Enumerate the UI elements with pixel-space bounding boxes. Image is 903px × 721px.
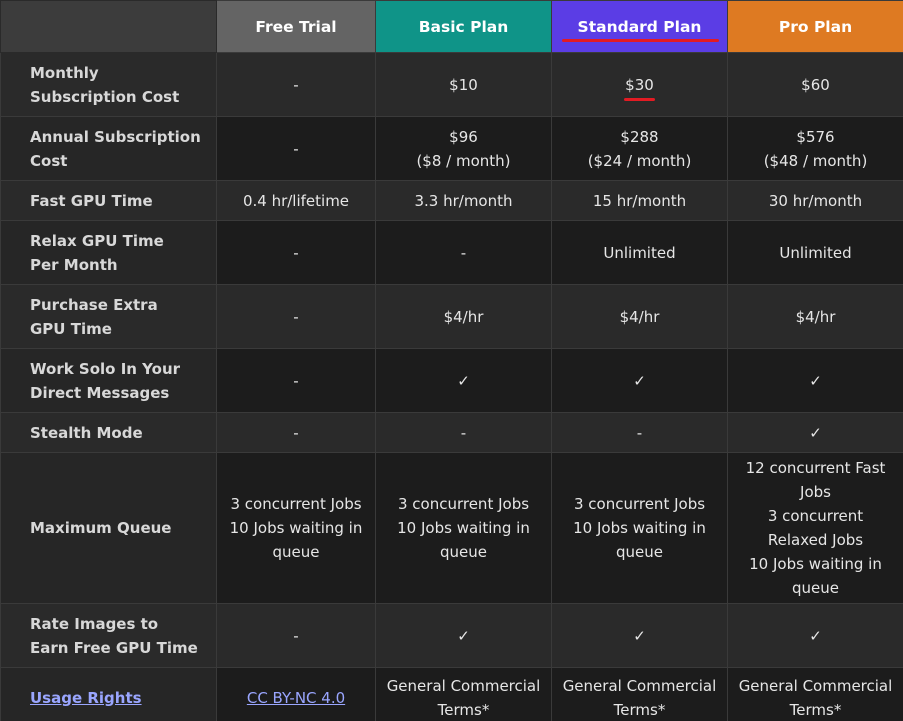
row-extra-gpu-time: Purchase Extra GPU Time - $4/hr $4/hr $4…: [0, 284, 903, 349]
cell-standard: $30: [551, 52, 728, 117]
pricing-comparison-table: Free Trial Basic Plan Standard Plan Pro …: [0, 0, 903, 721]
cc-by-nc-link[interactable]: CC BY-NC 4.0: [247, 689, 345, 707]
cell-basic: 3 concurrent Jobs 10 Jobs waiting in que…: [375, 452, 552, 604]
cell-free: -: [216, 603, 376, 668]
cell-pro-check-icon: ✓: [727, 603, 903, 668]
cell-basic: -: [375, 412, 552, 453]
header-standard-plan: Standard Plan: [551, 0, 728, 53]
cell-standard: Unlimited: [551, 220, 728, 285]
pricing-table-container: Free Trial Basic Plan Standard Plan Pro …: [0, 0, 903, 721]
cell-standard: 15 hr/month: [551, 180, 728, 221]
usage-rights-link[interactable]: Usage Rights: [30, 689, 142, 707]
cell-basic: -: [375, 220, 552, 285]
cell-standard: $4/hr: [551, 284, 728, 349]
cell-pro: 12 concurrent Fast Jobs 3 concurrent Rel…: [727, 452, 903, 604]
cell-free: -: [216, 284, 376, 349]
row-label: Stealth Mode: [0, 412, 217, 453]
header-row: Free Trial Basic Plan Standard Plan Pro …: [0, 0, 903, 53]
row-relax-gpu-time: Relax GPU Time Per Month - - Unlimited U…: [0, 220, 903, 285]
cell-standard: $288 ($24 / month): [551, 116, 728, 181]
standard-plan-highlight-underline: [562, 39, 719, 42]
cell-pro: $4/hr: [727, 284, 903, 349]
row-usage-rights: Usage Rights CC BY-NC 4.0 General Commer…: [0, 667, 903, 721]
cell-basic: 3.3 hr/month: [375, 180, 552, 221]
row-label: Usage Rights: [0, 667, 217, 721]
cell-free: -: [216, 116, 376, 181]
row-label: Annual Subscription Cost: [0, 116, 217, 181]
cell-free: 3 concurrent Jobs 10 Jobs waiting in que…: [216, 452, 376, 604]
header-free-trial: Free Trial: [216, 0, 376, 53]
cell-pro-check-icon: ✓: [727, 348, 903, 413]
cell-pro-check-icon: ✓: [727, 412, 903, 453]
cell-basic: $10: [375, 52, 552, 117]
cell-free: 0.4 hr/lifetime: [216, 180, 376, 221]
cell-pro: $576 ($48 / month): [727, 116, 903, 181]
row-stealth-mode: Stealth Mode - - - ✓: [0, 412, 903, 453]
row-label: Monthly Subscription Cost: [0, 52, 217, 117]
cell-basic: General Commercial Terms*: [375, 667, 552, 721]
row-fast-gpu-time: Fast GPU Time 0.4 hr/lifetime 3.3 hr/mon…: [0, 180, 903, 221]
row-label: Work Solo In Your Direct Messages: [0, 348, 217, 413]
cell-standard-check-icon: ✓: [551, 348, 728, 413]
header-pro-plan: Pro Plan: [727, 0, 903, 53]
cell-basic: $4/hr: [375, 284, 552, 349]
row-monthly-cost: Monthly Subscription Cost - $10 $30 $60: [0, 52, 903, 117]
row-maximum-queue: Maximum Queue 3 concurrent Jobs 10 Jobs …: [0, 452, 903, 604]
cell-pro: $60: [727, 52, 903, 117]
header-corner: [0, 0, 217, 53]
cell-standard: General Commercial Terms*: [551, 667, 728, 721]
cell-free: CC BY-NC 4.0: [216, 667, 376, 721]
cell-free: -: [216, 52, 376, 117]
row-work-solo: Work Solo In Your Direct Messages - ✓ ✓ …: [0, 348, 903, 413]
cell-free: -: [216, 412, 376, 453]
cell-pro: 30 hr/month: [727, 180, 903, 221]
cell-pro: Unlimited: [727, 220, 903, 285]
cell-basic-check-icon: ✓: [375, 348, 552, 413]
row-label: Maximum Queue: [0, 452, 217, 604]
standard-monthly-price-highlighted: $30: [624, 73, 655, 101]
cell-standard-check-icon: ✓: [551, 603, 728, 668]
cell-standard: -: [551, 412, 728, 453]
cell-standard: 3 concurrent Jobs 10 Jobs waiting in que…: [551, 452, 728, 604]
cell-free: -: [216, 220, 376, 285]
row-label: Relax GPU Time Per Month: [0, 220, 217, 285]
cell-free: -: [216, 348, 376, 413]
header-basic-plan: Basic Plan: [375, 0, 552, 53]
cell-pro: General Commercial Terms*: [727, 667, 903, 721]
row-label: Fast GPU Time: [0, 180, 217, 221]
row-annual-cost: Annual Subscription Cost - $96 ($8 / mon…: [0, 116, 903, 181]
row-label: Rate Images to Earn Free GPU Time: [0, 603, 217, 668]
row-label: Purchase Extra GPU Time: [0, 284, 217, 349]
header-standard-plan-label: Standard Plan: [577, 17, 702, 36]
cell-basic: $96 ($8 / month): [375, 116, 552, 181]
row-rate-images: Rate Images to Earn Free GPU Time - ✓ ✓ …: [0, 603, 903, 668]
cell-basic-check-icon: ✓: [375, 603, 552, 668]
